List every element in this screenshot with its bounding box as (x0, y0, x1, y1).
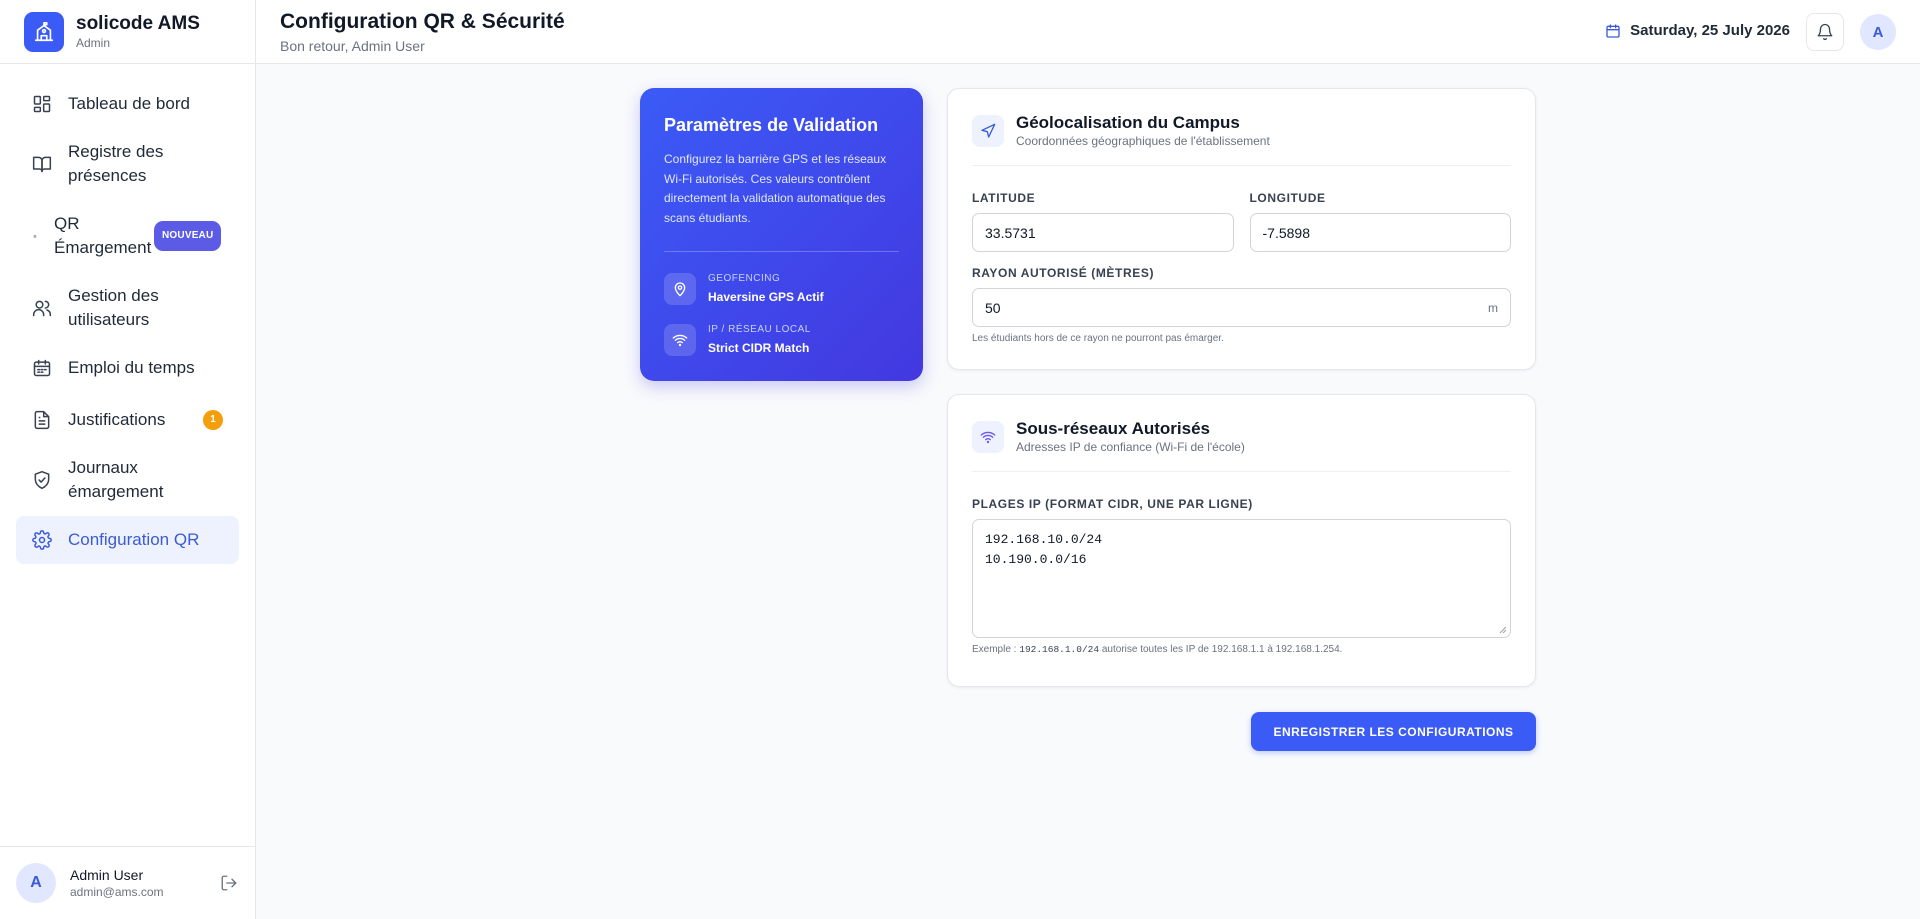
wifi-icon (664, 324, 696, 356)
brand-role: Admin (76, 35, 111, 50)
ip-ranges-textarea[interactable]: 192.168.10.0/24 10.190.0.0/16 (972, 519, 1511, 638)
new-badge: NOUVEAU (154, 221, 222, 251)
network-row: IP / RÉSEAU LOCAL Strict CIDR Match (664, 323, 899, 357)
sidebar: solicode AMS Admin Tableau de bord Regis… (0, 0, 256, 919)
sidebar-item-configuration-qr[interactable]: Configuration QR (16, 516, 239, 564)
info-card-title: Paramètres de Validation (664, 115, 879, 135)
sidebar-item-label: Emploi du temps (68, 358, 195, 377)
gear-icon (32, 530, 52, 550)
sidebar-item-label: Tableau de bord (68, 94, 190, 113)
card-subtitle: Adresses IP de confiance (Wi-Fi de l'éco… (1016, 440, 1245, 454)
calendar-icon (32, 358, 52, 378)
radius-value: 50 (985, 299, 1001, 316)
sidebar-item-label: Journaux émargement (68, 458, 164, 501)
card-title: Géolocalisation du Campus (1016, 113, 1240, 132)
ip-ranges-hint: Exemple : 192.168.1.0/24 autorise toutes… (972, 644, 1511, 655)
subnets-card: Sous-réseaux Autorisés Adresses IP de co… (947, 394, 1536, 687)
sidebar-item-dashboard[interactable]: Tableau de bord (16, 80, 239, 128)
logout-icon[interactable] (218, 872, 240, 894)
avatar[interactable]: A (16, 863, 56, 903)
page-title: Configuration QR & Sécurité (280, 10, 565, 33)
sidebar-item-attendance-register[interactable]: Registre des présences (16, 132, 239, 196)
longitude-input[interactable]: -7.5898 (1249, 213, 1511, 252)
ip-ranges-value: 192.168.10.0/24 10.190.0.0/16 (985, 532, 1103, 567)
card-header: Sous-réseaux Autorisés Adresses IP de co… (972, 419, 1511, 472)
user-profile: A Admin User admin@ams.com (0, 846, 256, 919)
radius-label: RAYON AUTORISÉ (MÈTRES) (972, 266, 1155, 280)
card-header: Géolocalisation du Campus Coordonnées gé… (972, 113, 1511, 166)
sidebar-item-journals[interactable]: Journaux émargement (16, 448, 239, 512)
resize-handle-icon[interactable] (1499, 626, 1507, 634)
sidebar-item-label: Registre des présences (68, 142, 164, 185)
users-icon (32, 298, 52, 318)
school-logo-icon[interactable] (24, 11, 64, 52)
latitude-label: LATITUDE (972, 191, 1036, 205)
sidebar-item-label: Gestion des utilisateurs (68, 286, 159, 329)
info-row-value: Haversine GPS Actif (708, 290, 824, 304)
calendar-icon (1605, 23, 1621, 39)
info-row-key: GEOFENCING (708, 273, 781, 284)
brand: solicode AMS Admin (0, 0, 255, 64)
hint-prefix: Exemple : (972, 644, 1020, 655)
geofencing-row: GEOFENCING Haversine GPS Actif (664, 272, 899, 306)
page-subtitle: Bon retour, Admin User (280, 38, 425, 54)
info-card-description: Configurez la barrière GPS et les réseau… (664, 152, 887, 225)
radius-hint: Les étudiants hors de ce rayon ne pourro… (972, 333, 1224, 344)
map-pin-icon (664, 273, 696, 305)
current-date: Saturday, 25 July 2026 (1605, 22, 1790, 39)
bell-icon (1817, 23, 1833, 41)
sidebar-item-label: QR Émargement (54, 214, 152, 257)
geolocation-card: Géolocalisation du Campus Coordonnées gé… (947, 88, 1536, 370)
count-badge: 1 (203, 410, 223, 430)
info-row-value: Strict CIDR Match (708, 341, 810, 355)
hint-example-code: 192.168.1.0/24 (1019, 644, 1100, 655)
user-name: Admin User (70, 867, 144, 883)
document-icon (32, 410, 52, 430)
top-header: Configuration QR & Sécurité Bon retour, … (256, 0, 1920, 64)
validation-info-card: Paramètres de Validation Configurez la b… (640, 88, 923, 381)
book-icon (32, 154, 52, 174)
sidebar-item-timetable[interactable]: Emploi du temps (16, 344, 239, 392)
dashboard-icon (32, 94, 52, 114)
radius-unit: m (1488, 300, 1498, 315)
divider (664, 251, 899, 252)
card-subtitle: Coordonnées géographiques de l'établisse… (1016, 134, 1270, 148)
sidebar-item-justifications[interactable]: Justifications 1 (16, 396, 239, 444)
sidebar-item-label: Configuration QR (68, 530, 200, 549)
ip-ranges-label: PLAGES IP (FORMAT CIDR, UNE PAR LIGNE) (972, 497, 1253, 511)
info-row-key: IP / RÉSEAU LOCAL (708, 324, 811, 335)
shield-icon (32, 470, 52, 490)
date-text: Saturday, 25 July 2026 (1630, 22, 1790, 39)
sidebar-nav: Tableau de bord Registre des présences Q… (0, 64, 255, 564)
notifications-button[interactable] (1806, 13, 1844, 51)
card-title: Sous-réseaux Autorisés (1016, 419, 1210, 438)
save-configurations-button[interactable]: ENREGISTRER LES CONFIGURATIONS (1251, 712, 1536, 751)
qr-icon (32, 226, 52, 246)
radius-input[interactable]: 50 m (972, 288, 1511, 327)
header-avatar[interactable]: A (1860, 14, 1896, 50)
latitude-input[interactable]: 33.5731 (972, 213, 1234, 252)
wifi-icon (972, 421, 1004, 453)
longitude-label: LONGITUDE (1249, 191, 1326, 205)
navigation-arrow-icon (972, 115, 1004, 147)
brand-name: solicode AMS (76, 12, 200, 34)
sidebar-item-label: Justifications (68, 410, 166, 429)
user-email: admin@ams.com (70, 885, 164, 899)
hint-suffix: autorise toutes les IP de 192.168.1.1 à … (1099, 644, 1343, 655)
sidebar-item-users[interactable]: Gestion des utilisateurs (16, 276, 239, 340)
sidebar-item-qr-emargement[interactable]: QR Émargement NOUVEAU (16, 200, 239, 272)
